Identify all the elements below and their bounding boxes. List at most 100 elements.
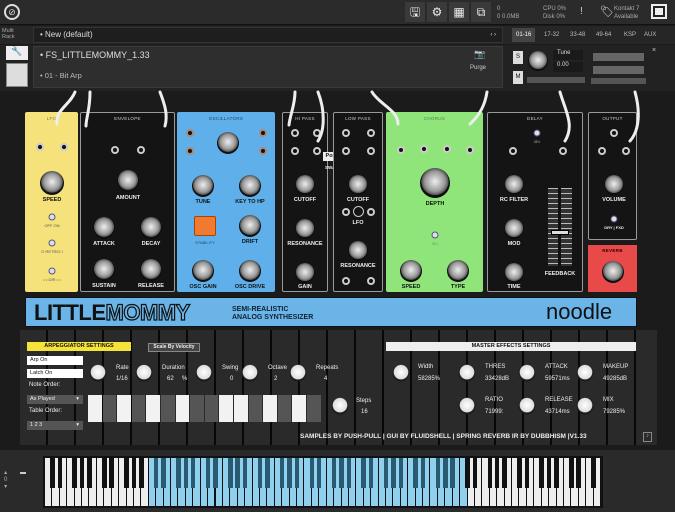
piano-black-key[interactable] [331, 458, 337, 488]
piano-black-key[interactable] [398, 458, 404, 488]
duration-knob[interactable] [135, 364, 153, 382]
piano-black-key[interactable] [190, 458, 196, 488]
octave-knob[interactable] [241, 364, 259, 382]
octave-shift[interactable]: ▴ 0 ▾ [4, 470, 7, 491]
piano-black-key[interactable] [242, 458, 248, 488]
piano-black-key[interactable] [546, 458, 552, 488]
arp-step[interactable] [234, 395, 248, 422]
arp-on-toggle[interactable]: Arp On [27, 356, 83, 365]
piano-black-key[interactable] [472, 458, 478, 488]
arp-step[interactable] [175, 395, 190, 422]
piano-black-key[interactable] [79, 458, 85, 488]
piano-black-key[interactable] [539, 458, 544, 488]
swing-knob[interactable] [195, 364, 213, 382]
ratio-knob[interactable] [458, 397, 476, 415]
table-order-dropdown[interactable]: 1 2 3 ▾ [27, 421, 83, 430]
latch-on-toggle[interactable]: Latch On [27, 369, 83, 378]
arp-step[interactable] [292, 395, 306, 422]
piano-black-key[interactable] [420, 458, 426, 488]
piano-black-key[interactable] [316, 458, 322, 488]
makeup-knob[interactable] [576, 364, 594, 382]
step-sequencer[interactable] [88, 395, 323, 428]
steps-knob[interactable] [331, 397, 349, 415]
piano-black-key[interactable] [183, 458, 189, 488]
credits-text: SAMPLES BY PUSH-PULL | GUI BY FLUIDSHELL… [300, 433, 587, 440]
piano-black-key[interactable] [339, 458, 344, 488]
piano-black-key[interactable] [383, 458, 389, 488]
piano-black-key[interactable] [391, 458, 396, 488]
release-comp-knob[interactable] [518, 397, 536, 415]
piano-black-key[interactable] [450, 458, 455, 488]
piano-black-key[interactable] [361, 458, 366, 488]
piano-black-key[interactable] [124, 458, 129, 488]
piano-black-key[interactable] [102, 458, 107, 488]
piano-black-key[interactable] [309, 458, 315, 488]
piano-black-key[interactable] [524, 458, 530, 488]
piano-black-key[interactable] [57, 458, 63, 488]
arp-step[interactable] [102, 395, 117, 422]
piano-black-key[interactable] [265, 458, 270, 488]
arp-step[interactable] [131, 395, 146, 422]
mix-knob[interactable] [576, 397, 594, 415]
rate-label: Rate [116, 365, 129, 371]
piano-black-key[interactable] [569, 458, 574, 488]
piano-black-key[interactable] [161, 458, 166, 488]
repeats-knob[interactable] [289, 364, 307, 382]
piano-black-key[interactable] [235, 458, 240, 488]
piano-black-key[interactable] [368, 458, 374, 488]
arp-step[interactable] [248, 395, 263, 422]
piano-black-key[interactable] [205, 458, 211, 488]
pitch-wheel[interactable] [20, 472, 26, 474]
width-knob[interactable] [392, 364, 410, 382]
piano-black-key[interactable] [287, 458, 292, 488]
piano-black-key[interactable] [494, 458, 500, 488]
piano-black-key[interactable] [435, 458, 441, 488]
piano-black-key[interactable] [443, 458, 448, 488]
arp-step[interactable] [204, 395, 219, 422]
arp-step[interactable] [307, 395, 321, 422]
piano-keyboard[interactable] [43, 456, 603, 508]
piano-black-key[interactable] [72, 458, 77, 488]
attack-comp-knob[interactable] [518, 364, 536, 382]
rate-knob[interactable] [89, 364, 107, 382]
arp-step[interactable] [146, 395, 160, 422]
arp-step[interactable] [263, 395, 277, 422]
arp-step[interactable] [190, 395, 204, 422]
piano-black-key[interactable] [131, 458, 137, 488]
thres-knob[interactable] [458, 364, 476, 382]
arp-step[interactable] [117, 395, 131, 422]
mix-label: MIX [603, 397, 614, 403]
piano-black-key[interactable] [413, 458, 418, 488]
repeats-label: Repeats [316, 365, 339, 371]
piano-black-key[interactable] [213, 458, 218, 488]
arp-step[interactable] [219, 395, 233, 422]
piano-black-key[interactable] [294, 458, 300, 488]
scale-by-velocity-button[interactable]: Scale By Velocity [148, 343, 200, 352]
info-icon[interactable]: ♪ [643, 432, 652, 442]
piano-black-key[interactable] [279, 458, 285, 488]
piano-black-key[interactable] [465, 458, 470, 488]
piano-black-key[interactable] [502, 458, 507, 488]
piano-black-key[interactable] [139, 458, 144, 488]
piano-black-key[interactable] [50, 458, 55, 488]
table-order-label: Table Order: [29, 408, 63, 414]
arp-step[interactable] [277, 395, 292, 422]
piano-black-key[interactable] [554, 458, 559, 488]
arp-step[interactable] [88, 395, 102, 422]
note-order-label: Note Order: [29, 382, 61, 388]
master-effects-header: MASTER EFFECTS SETTINGS [386, 342, 636, 351]
piano-black-key[interactable] [346, 458, 352, 488]
piano-black-key[interactable] [87, 458, 92, 488]
piano-black-key[interactable] [176, 458, 181, 488]
piano-black-key[interactable] [257, 458, 263, 488]
piano-black-key[interactable] [228, 458, 233, 488]
piano-black-key[interactable] [591, 458, 596, 488]
piano-black-key[interactable] [487, 458, 492, 488]
piano-black-key[interactable] [517, 458, 522, 488]
piano-black-key[interactable] [576, 458, 581, 488]
patch-cable [84, 90, 92, 128]
piano-black-key[interactable] [109, 458, 114, 488]
piano-black-key[interactable] [153, 458, 159, 488]
arp-step[interactable] [161, 395, 175, 422]
note-order-dropdown[interactable]: As Played ▾ [27, 395, 83, 404]
